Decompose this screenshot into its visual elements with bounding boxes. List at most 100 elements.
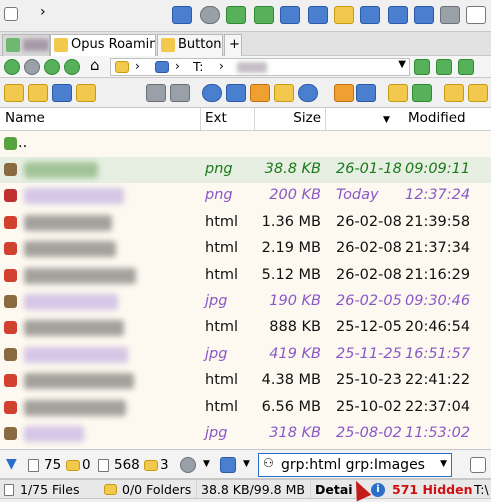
parent-folder-row[interactable]: .. xyxy=(0,131,491,157)
info-icon[interactable]: i xyxy=(371,483,385,497)
column-name[interactable]: Name xyxy=(5,110,45,126)
folder-icon[interactable] xyxy=(334,6,354,24)
guitar-icon[interactable] xyxy=(250,84,270,102)
html-file-icon xyxy=(4,374,17,388)
extract-icon[interactable] xyxy=(412,84,432,102)
file-row[interactable]: jpg 419 KB 25-11-25 16:51:57 xyxy=(0,342,491,368)
page-icon[interactable] xyxy=(466,6,486,24)
file-row[interactable]: html 6.56 MB 25-10-02 22:37:04 xyxy=(0,395,491,421)
window-icon[interactable] xyxy=(388,6,408,24)
checkbox-icon[interactable] xyxy=(4,7,18,21)
tab-label xyxy=(23,38,49,51)
status-details[interactable]: Detai xyxy=(315,482,353,497)
rename-icon[interactable] xyxy=(146,84,166,102)
gear-icon[interactable] xyxy=(180,457,196,473)
filter-dropdown-icon[interactable]: ▼ xyxy=(440,459,447,469)
toolbar-overflow-icon[interactable]: › xyxy=(40,4,46,20)
tab-buttons[interactable]: Buttons xyxy=(157,34,223,56)
file-size: 200 KB xyxy=(269,187,321,204)
html-file-icon xyxy=(4,400,17,414)
duplicate-icon[interactable] xyxy=(360,6,380,24)
layout-icon[interactable] xyxy=(172,6,192,24)
refresh-icon[interactable] xyxy=(64,59,80,75)
file-row[interactable]: png 38.8 KB 26-01-18 09:09:11 xyxy=(0,157,491,183)
file-date: 26-01-18 xyxy=(336,161,402,177)
collection-icon[interactable] xyxy=(468,84,488,102)
location-bar: ⌂ › › T: › ▼ xyxy=(0,56,491,78)
file-size: 190 KB xyxy=(269,293,321,309)
settings-icon[interactable] xyxy=(200,6,220,24)
gear-dropdown-icon[interactable]: ▼ xyxy=(203,459,210,469)
network-icon[interactable] xyxy=(298,84,318,102)
breadcrumb-drive[interactable]: T: xyxy=(193,59,203,74)
archive-icon[interactable] xyxy=(388,84,408,102)
file-row[interactable]: jpg 190 KB 26-02-05 09:30:46 xyxy=(0,289,491,315)
view-icon[interactable] xyxy=(52,84,72,102)
tree-icon[interactable] xyxy=(414,6,434,24)
file-name xyxy=(24,320,124,337)
single-pane-icon[interactable] xyxy=(308,6,328,24)
up-icon[interactable] xyxy=(44,59,60,75)
column-divider[interactable] xyxy=(200,108,201,130)
breadcrumb-folder[interactable] xyxy=(237,62,267,73)
properties-icon[interactable] xyxy=(226,84,246,102)
move-icon[interactable] xyxy=(76,84,96,102)
edit-icon[interactable] xyxy=(274,84,294,102)
tab-opus-roaming[interactable]: Opus Roaming xyxy=(50,34,156,56)
new-tab-button[interactable]: + xyxy=(224,34,242,56)
delete-icon[interactable] xyxy=(170,84,190,102)
column-size[interactable]: Size xyxy=(293,110,321,126)
file-row[interactable]: html 1.36 MB 26-02-08 21:39:58 xyxy=(0,210,491,236)
back-icon[interactable] xyxy=(4,59,20,75)
file-name xyxy=(24,346,128,363)
folder-icon xyxy=(115,61,129,73)
path-field[interactable]: › › T: › ▼ xyxy=(110,58,410,76)
column-divider[interactable] xyxy=(325,108,326,130)
view-dropdown-icon[interactable]: ▼ xyxy=(243,459,250,469)
file-time: 21:16:29 xyxy=(405,266,471,283)
status-size: 38.8 KB/99.8 MB xyxy=(201,482,305,497)
file-time: 16:51:57 xyxy=(405,345,471,362)
tab-blurred[interactable] xyxy=(2,34,50,56)
folder-count: 0 xyxy=(82,457,91,473)
sync-icon[interactable] xyxy=(414,59,430,75)
file-size: 2.19 MB xyxy=(261,240,321,257)
script-icon[interactable] xyxy=(356,84,376,102)
filter-group-icon: ⚇ xyxy=(263,456,274,470)
operations-toolbar xyxy=(0,78,491,108)
file-row[interactable]: html 5.12 MB 26-02-08 21:16:29 xyxy=(0,263,491,289)
folder-open-icon[interactable] xyxy=(28,84,48,102)
file-row[interactable]: html 2.19 MB 26-02-08 21:37:34 xyxy=(0,236,491,262)
home-icon[interactable]: ⌂ xyxy=(90,56,100,74)
filter-input[interactable]: ⚇ grp:html grp:Images ▼ xyxy=(258,453,452,477)
filter-funnel-icon[interactable]: ▼ xyxy=(6,456,17,472)
globe-icon[interactable] xyxy=(202,84,222,102)
file-row[interactable]: png 200 KB Today 12:37:24 xyxy=(0,183,491,209)
column-divider[interactable] xyxy=(254,108,255,130)
dual-pane-icon[interactable] xyxy=(280,6,300,24)
file-size: 38.8 KB xyxy=(264,161,321,177)
breadcrumb-separator-icon: › xyxy=(135,59,140,73)
column-ext[interactable]: Ext xyxy=(205,110,227,126)
status-hidden[interactable]: 571 Hidden xyxy=(392,482,472,497)
column-modified[interactable]: Modified xyxy=(408,110,466,126)
filter-clear-icon[interactable] xyxy=(470,457,486,473)
breadcrumb-separator-icon: › xyxy=(175,59,180,73)
new-window-icon[interactable] xyxy=(254,6,274,24)
pane-right-icon[interactable] xyxy=(458,59,474,75)
image-file-icon xyxy=(4,427,17,440)
file-time: 22:37:04 xyxy=(405,398,471,415)
clipboard-icon[interactable] xyxy=(440,6,460,24)
view-mode-icon[interactable] xyxy=(220,457,236,473)
pane-left-icon[interactable] xyxy=(436,59,452,75)
copy-icon[interactable] xyxy=(4,84,24,102)
forward-icon[interactable] xyxy=(24,59,40,75)
path-dropdown-icon[interactable]: ▼ xyxy=(398,59,406,70)
file-row[interactable]: html 888 KB 25-12-05 20:46:54 xyxy=(0,315,491,341)
file-row[interactable]: jpg 318 KB 25-08-02 11:53:02 xyxy=(0,421,491,447)
favorites-icon[interactable] xyxy=(444,84,464,102)
new-lister-icon[interactable] xyxy=(226,6,246,24)
file-row[interactable]: html 4.38 MB 25-10-23 22:41:22 xyxy=(0,368,491,394)
tab-folder-icon xyxy=(6,38,20,52)
tools-icon[interactable] xyxy=(334,84,354,102)
